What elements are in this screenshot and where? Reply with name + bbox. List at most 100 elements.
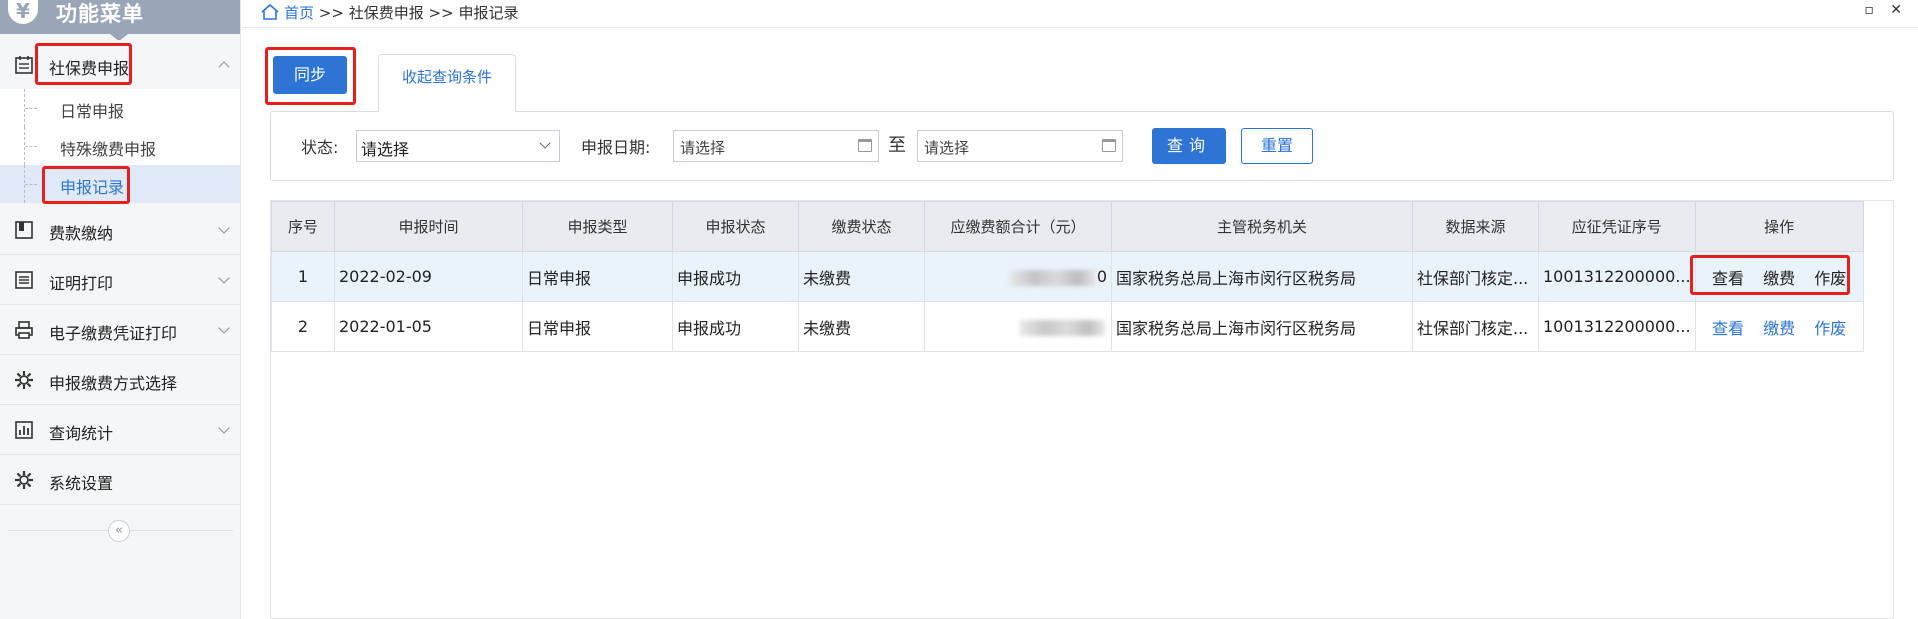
declare-date-label: 申报日期: (581, 138, 651, 157)
menu-label: 系统设置 (49, 474, 114, 493)
void-link[interactable]: 作废 (1814, 269, 1846, 288)
cell-voucher-no: 1001312200000... (1538, 251, 1696, 302)
cell-date: 2022-02-09 (334, 251, 523, 302)
cell-date: 2022-01-05 (334, 301, 523, 352)
chevron-down-icon (218, 272, 230, 284)
cell-amount (924, 301, 1112, 352)
status-select[interactable]: 请选择 (356, 130, 560, 162)
bar-chart-icon (15, 421, 33, 439)
breadcrumb-level2: 申报记录 (458, 4, 519, 22)
cell-status: 申报成功 (672, 251, 799, 302)
cell-status: 申报成功 (672, 301, 799, 352)
redacted-amount (1019, 319, 1105, 336)
submenu-label: 申报记录 (60, 178, 125, 197)
date-from-input[interactable]: 请选择 (673, 130, 879, 162)
cell-type: 日常申报 (522, 251, 673, 302)
column-header: 申报时间 (334, 201, 523, 252)
cell-tax-office: 国家税务总局上海市闵行区税务局 (1111, 251, 1413, 302)
sidebar: ¥ 功能菜单 社保费申报 日常申报 特殊缴费申报 申报记录 费款缴纳 证明打印 … (0, 0, 241, 619)
menu-item-certificate-print[interactable]: 证明打印 (0, 255, 240, 305)
breadcrumb: 首页 >> 社保费申报 >> 申报记录 (284, 2, 518, 23)
view-link[interactable]: 查看 (1712, 319, 1744, 338)
cell-pay-status: 未缴费 (798, 251, 925, 302)
sidebar-title: 功能菜单 (56, 2, 144, 26)
date-to-placeholder: 请选择 (924, 139, 970, 157)
breadcrumb-separator: >> (318, 4, 344, 22)
query-filter-panel: 状态: 请选择 申报日期: 请选择 至 请选择 查询 重置 (270, 111, 1894, 181)
cell-data-source: 社保部门核定... (1412, 251, 1539, 302)
table-row[interactable]: 1 2022-02-09 日常申报 申报成功 未缴费 0 国家税务总局上海市闵行… (271, 251, 1864, 302)
cell-pay-status: 未缴费 (798, 301, 925, 352)
view-link[interactable]: 查看 (1712, 269, 1744, 288)
book-icon (15, 221, 33, 239)
cell-amount: 0 (924, 251, 1112, 302)
query-button[interactable]: 查询 (1152, 128, 1226, 164)
cell-data-source: 社保部门核定... (1412, 301, 1539, 352)
submenu-label: 日常申报 (60, 102, 125, 121)
chevron-down-icon (218, 422, 230, 434)
breadcrumb-level1: 社保费申报 (348, 4, 424, 22)
menu-item-fee-payment[interactable]: 费款缴纳 (0, 205, 240, 255)
table-row[interactable]: 2 2022-01-05 日常申报 申报成功 未缴费 国家税务总局上海市闵行区税… (271, 301, 1864, 352)
reset-button[interactable]: 重置 (1241, 128, 1313, 164)
submenu-item-special-payment[interactable]: 特殊缴费申报 (0, 127, 240, 165)
records-table-container: 序号 申报时间 申报类型 申报状态 缴费状态 应缴费额合计（元） 主管税务机关 … (270, 200, 1894, 619)
menu-item-query-statistics[interactable]: 查询统计 (0, 405, 240, 455)
pay-link[interactable]: 缴费 (1763, 319, 1795, 338)
column-header: 操作 (1694, 201, 1864, 252)
menu-label: 社保费申报 (49, 59, 130, 78)
status-select-value: 请选择 (361, 140, 410, 159)
pay-link[interactable]: 缴费 (1763, 269, 1795, 288)
date-to-input[interactable]: 请选择 (917, 130, 1123, 162)
menu-label: 电子缴费凭证打印 (49, 324, 178, 343)
column-header: 主管税务机关 (1111, 201, 1413, 252)
tree-branch (25, 108, 37, 109)
cell-tax-office: 国家税务总局上海市闵行区税务局 (1111, 301, 1413, 352)
cell-voucher-no: 1001312200000... (1538, 301, 1696, 352)
menu-label: 查询统计 (49, 424, 114, 443)
breadcrumb-home-link[interactable]: 首页 (284, 4, 314, 22)
chevron-down-icon (539, 137, 551, 149)
column-header: 申报类型 (522, 201, 673, 252)
cell-no: 2 (271, 301, 335, 352)
void-link[interactable]: 作废 (1814, 319, 1846, 338)
menu-item-payment-method[interactable]: 申报缴费方式选择 (0, 355, 240, 405)
submenu-item-daily-declaration[interactable]: 日常申报 (0, 89, 240, 127)
tree-branch (25, 146, 37, 147)
menu-item-system-settings[interactable]: 系统设置 (0, 455, 240, 505)
document-list-icon (15, 271, 33, 289)
status-label: 状态: (301, 138, 339, 157)
sidebar-header: ¥ 功能菜单 (0, 0, 240, 41)
menu-label: 费款缴纳 (49, 224, 114, 243)
chevron-up-icon (218, 61, 230, 73)
tree-branch (25, 184, 37, 185)
date-from-placeholder: 请选择 (680, 139, 726, 157)
menu-item-social-insurance-declaration[interactable]: 社保费申报 (0, 40, 240, 90)
home-icon[interactable] (260, 3, 280, 21)
menu-label: 申报缴费方式选择 (49, 374, 178, 393)
submenu-item-declaration-records[interactable]: 申报记录 (0, 165, 240, 203)
window-buttons[interactable]: ▫ ✕ (1864, 2, 1908, 18)
calendar-icon (858, 139, 872, 152)
amount-tail: 0 (1096, 267, 1107, 286)
redacted-amount (1008, 269, 1095, 286)
tab-collapse-query-conditions[interactable]: 收起查询条件 (378, 54, 516, 112)
submenu: 日常申报 特殊缴费申报 申报记录 (0, 89, 240, 203)
collapse-sidebar-button[interactable]: « (108, 520, 130, 542)
breadcrumb-separator: >> (428, 4, 454, 22)
date-range-separator: 至 (888, 135, 906, 156)
gear-icon (15, 371, 33, 389)
cell-actions: 查看 缴费 作废 (1694, 251, 1864, 302)
gear-icon (15, 471, 33, 489)
column-header: 应缴费额合计（元） (924, 201, 1112, 252)
column-header: 缴费状态 (798, 201, 925, 252)
sync-button[interactable]: 同步 (273, 56, 347, 94)
menu-item-e-voucher-print[interactable]: 电子缴费凭证打印 (0, 305, 240, 355)
cell-no: 1 (271, 251, 335, 302)
column-header: 申报状态 (672, 201, 799, 252)
column-header: 序号 (271, 201, 335, 252)
yen-icon: ¥ (8, 0, 38, 24)
breadcrumb-bar: 首页 >> 社保费申报 >> 申报记录 ▫ ✕ (242, 0, 1918, 28)
records-table: 序号 申报时间 申报类型 申报状态 缴费状态 应缴费额合计（元） 主管税务机关 … (271, 201, 1864, 352)
column-header: 数据来源 (1412, 201, 1539, 252)
